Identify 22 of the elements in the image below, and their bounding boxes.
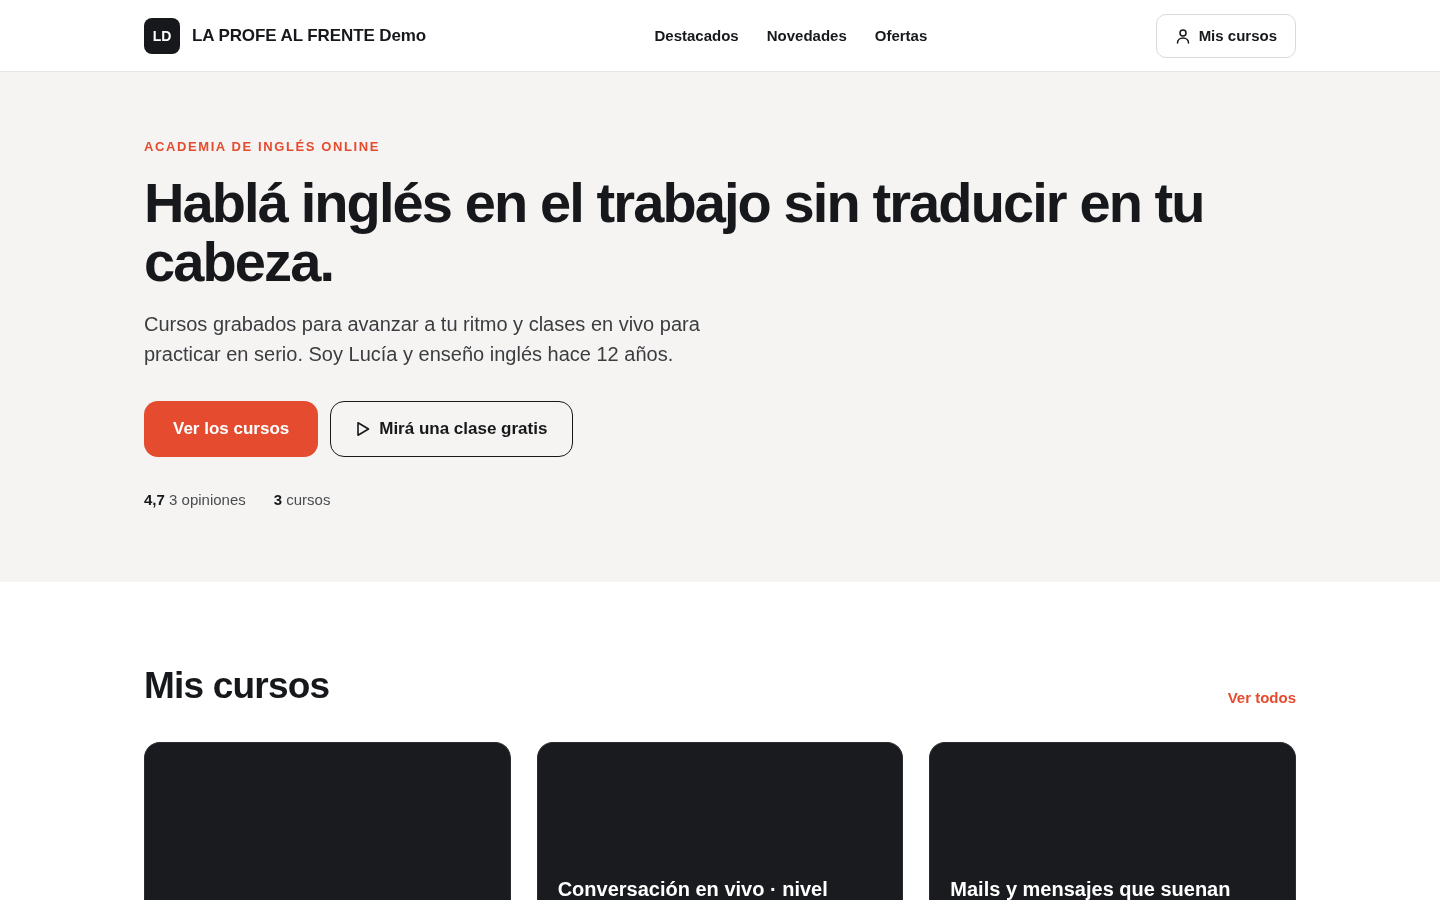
course-card[interactable]: Mails y mensajes que suenan bbox=[929, 742, 1296, 900]
user-icon bbox=[1174, 27, 1191, 44]
stat-text: 3 cursos bbox=[273, 491, 331, 509]
nav-link[interactable]: Ofertas bbox=[874, 27, 928, 44]
logo-badge[interactable]: LD bbox=[144, 17, 180, 54]
course-title: Mails y mensajes que suenan bbox=[950, 877, 1232, 900]
account-button[interactable]: Mis cursos bbox=[1155, 13, 1296, 58]
hero-description: Cursos grabados para avanzar a tu ritmo y clases en vivo para practicar en serio. Soy Lucía y enseño inglés hace 12 años. bbox=[144, 312, 701, 367]
free-class-button[interactable]: Mirá una clase gratis bbox=[330, 401, 574, 457]
course-card[interactable] bbox=[144, 742, 511, 900]
course-card[interactable]: Conversación en vivo · nivel bbox=[536, 742, 904, 900]
course-title: Conversación en vivo · nivel bbox=[557, 877, 829, 900]
nav-link[interactable]: Novedades bbox=[766, 27, 847, 44]
brand-name[interactable]: LA PROFE AL FRENTE Demo bbox=[192, 25, 427, 46]
stat-text: 4,7 3 opiniones bbox=[144, 491, 246, 509]
hero-heading: Hablá inglés en el trabajo sin traducir en tu cabeza. bbox=[144, 173, 1205, 291]
section-heading: Mis cursos bbox=[144, 664, 330, 708]
courses-button[interactable]: Ver los cursos bbox=[144, 401, 319, 457]
see-all-link[interactable]: Ver todos bbox=[1227, 689, 1296, 706]
eyebrow-text: ACADEMIA DE INGLÉS ONLINE bbox=[144, 139, 381, 155]
nav-link[interactable]: Destacados bbox=[654, 27, 739, 44]
play-icon bbox=[356, 421, 371, 437]
